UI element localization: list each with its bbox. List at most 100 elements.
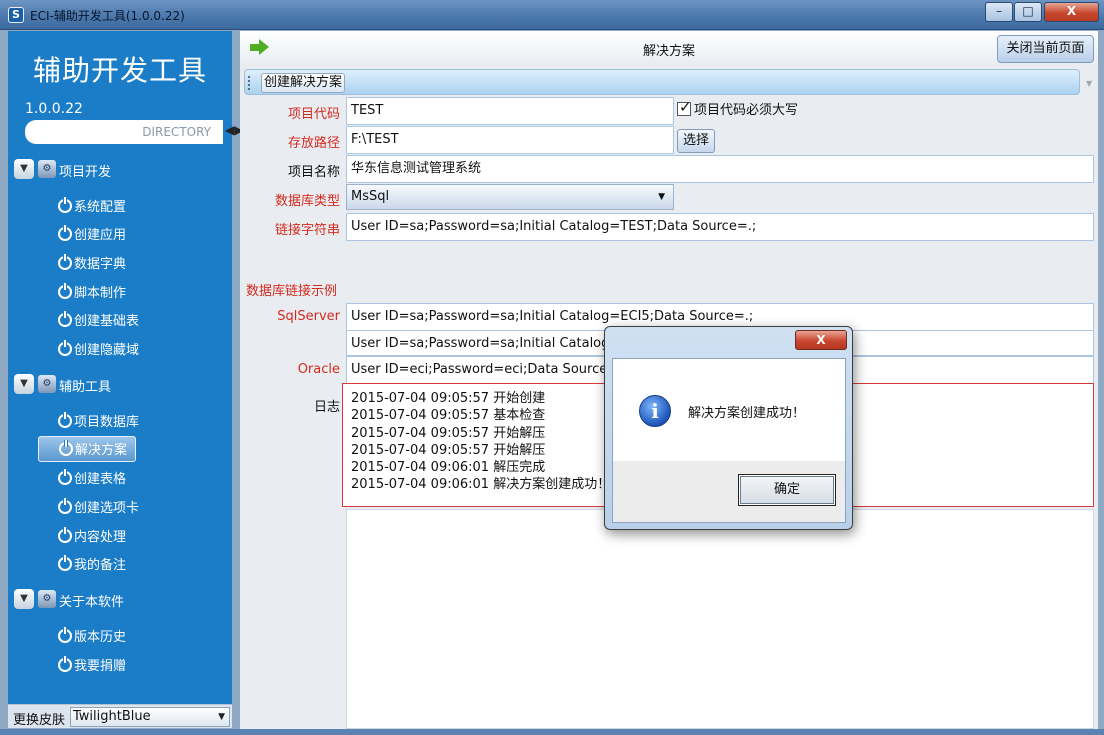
skin-value: TwilightBlue	[73, 709, 151, 724]
power-icon	[58, 469, 72, 485]
path-input[interactable]: F:\TEST	[346, 126, 674, 154]
dialog-message: 解决方案创建成功！	[688, 406, 806, 421]
path-label: 存放路径	[287, 136, 340, 151]
power-icon	[58, 283, 72, 299]
version-label: 1.0.0.22	[25, 101, 83, 117]
nav-item-donate[interactable]: 我要捐赠	[58, 655, 126, 677]
choose-button[interactable]: 选择	[677, 129, 715, 153]
title-bar: S ECI-辅助开发工具(1.0.0.22) – □ X	[0, 0, 1104, 30]
dbtype-select[interactable]: MsSql ▼	[346, 184, 674, 210]
oracle-label: Oracle	[297, 362, 340, 377]
checkbox-label: 项目代码必须大写	[694, 103, 799, 118]
nav-item-history[interactable]: 版本历史	[58, 626, 126, 648]
sqlserver-label: SqlServer	[277, 309, 340, 324]
project-name-input[interactable]: 华东信息测试管理系统	[346, 155, 1094, 183]
nav-item-solution[interactable]: 解决方案	[38, 436, 137, 462]
examples-heading: 数据库链接示例	[246, 284, 338, 299]
nav-item-content[interactable]: 内容处理	[58, 526, 126, 548]
maximize-button[interactable]: □	[1014, 2, 1042, 22]
ok-button[interactable]: 确定	[738, 474, 836, 506]
group-label: 辅助工具	[59, 380, 112, 395]
power-icon	[58, 340, 72, 356]
directory-bar[interactable]: DIRECTORY	[25, 120, 223, 144]
checkbox-icon[interactable]	[677, 98, 692, 116]
log-label: 日志	[313, 400, 340, 415]
nav-label: 脚本制作	[74, 286, 127, 301]
folder-icon: ⚙	[38, 590, 56, 608]
power-icon	[58, 498, 72, 514]
skin-select[interactable]: TwilightBlue ▼	[70, 707, 230, 727]
power-icon	[58, 527, 72, 543]
main-header: 解决方案 关闭当前页面	[240, 31, 1098, 65]
dialog-footer: 确定	[612, 461, 846, 523]
page-title: 解决方案	[642, 44, 695, 59]
nav-label: 我要捐赠	[74, 659, 127, 674]
power-icon	[58, 197, 72, 213]
power-icon	[58, 254, 72, 270]
app-icon: S	[8, 7, 24, 23]
close-page-button[interactable]: 关闭当前页面	[997, 35, 1094, 63]
project-code-input[interactable]: TEST	[346, 97, 674, 125]
nav-label: 内容处理	[74, 530, 127, 545]
power-icon	[58, 555, 72, 571]
folder-icon: ⚙	[38, 375, 56, 393]
nav-item-script[interactable]: 脚本制作	[58, 282, 126, 304]
nav-item-project-db[interactable]: 项目数据库	[58, 411, 139, 433]
dialog-body: i 解决方案创建成功！	[612, 358, 846, 462]
folder-icon: ⚙	[38, 160, 56, 178]
chevron-down-icon[interactable]: ▼	[14, 159, 34, 179]
dbtype-label: 数据库类型	[274, 194, 340, 209]
nav-label: 数据字典	[74, 257, 127, 272]
nav-label: 系统配置	[74, 200, 127, 215]
chevron-down-icon[interactable]: ▼	[14, 374, 34, 394]
nav-label: 创建表格	[74, 472, 127, 487]
chevron-down-icon[interactable]: ▼	[14, 589, 34, 609]
power-icon	[58, 627, 72, 643]
message-dialog: X i 解决方案创建成功！ 确定	[604, 326, 853, 530]
nav-item-hidden-field[interactable]: 创建隐藏域	[58, 339, 139, 361]
nav-label: 版本历史	[74, 630, 127, 645]
dialog-close-button[interactable]: X	[795, 330, 847, 350]
skin-row: 更换皮肤 TwilightBlue ▼	[8, 704, 232, 728]
nav-item-create-app[interactable]: 创建应用	[58, 224, 126, 246]
uppercase-checkbox[interactable]: 项目代码必须大写	[677, 98, 799, 118]
nav-item-base-table[interactable]: 创建基础表	[58, 310, 139, 332]
log-continuation[interactable]	[346, 509, 1094, 729]
toolbar: 创建解决方案	[244, 69, 1080, 95]
window-bottom-edge	[0, 729, 1104, 735]
power-icon	[58, 311, 72, 327]
nav-label: 创建隐藏域	[74, 343, 140, 358]
grip-handle[interactable]	[248, 76, 251, 90]
nav-item-notes[interactable]: 我的备注	[58, 554, 126, 576]
nav-label: 创建基础表	[74, 314, 140, 329]
nav-label: 解决方案	[75, 443, 128, 458]
conn-label: 链接字符串	[274, 223, 340, 238]
scroll-arrow-icon[interactable]: ▼	[1086, 79, 1092, 88]
nav-item-system-config[interactable]: 系统配置	[58, 196, 126, 218]
power-icon	[58, 656, 72, 672]
close-window-button[interactable]: X	[1044, 2, 1099, 22]
nav-item-create-tab[interactable]: 创建选项卡	[58, 497, 139, 519]
nav-item-data-dictionary[interactable]: 数据字典	[58, 253, 126, 275]
power-icon	[58, 225, 72, 241]
power-icon	[59, 440, 73, 456]
chevron-down-icon: ▼	[218, 712, 225, 722]
group-label: 项目开发	[59, 165, 112, 180]
nav-label: 创建应用	[74, 228, 127, 243]
skin-label: 更换皮肤	[13, 713, 66, 728]
conn-string-input[interactable]: User ID=sa;Password=sa;Initial Catalog=T…	[346, 213, 1094, 241]
dbtype-value: MsSql	[351, 189, 390, 204]
group-label: 关于本软件	[59, 595, 125, 610]
nav-label: 创建选项卡	[74, 501, 140, 516]
code-label: 项目代码	[287, 107, 340, 122]
nav-label: 我的备注	[74, 558, 127, 573]
create-solution-button[interactable]: 创建解决方案	[261, 73, 346, 93]
name-label: 项目名称	[287, 165, 340, 180]
nav-label: 项目数据库	[74, 415, 140, 430]
nav-item-create-table[interactable]: 创建表格	[58, 468, 126, 490]
chevron-down-icon: ▼	[658, 192, 665, 202]
app-heading: 辅助开发工具	[32, 54, 207, 87]
info-icon: i	[639, 395, 671, 427]
minimize-button[interactable]: –	[985, 2, 1013, 22]
sidebar: 辅助开发工具 1.0.0.22 DIRECTORY ◀▶ ▼ ⚙ 项目开发 系统…	[8, 31, 243, 704]
